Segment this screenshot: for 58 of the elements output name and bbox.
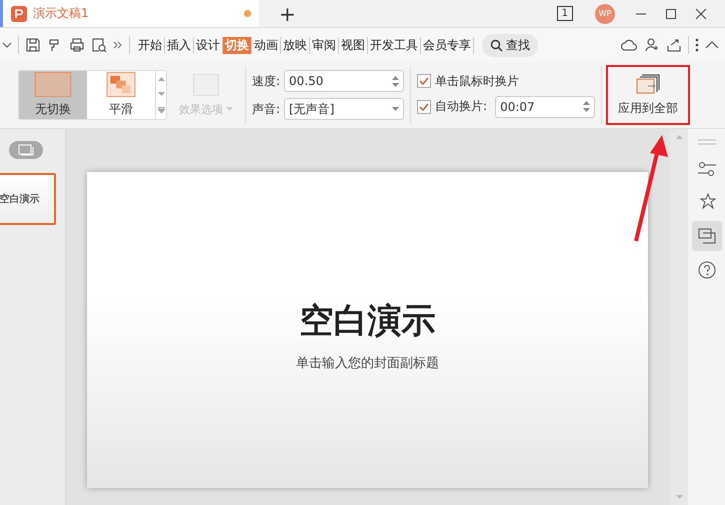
add-user-icon[interactable] [644,37,660,53]
menu-tab[interactable]: 审阅 [310,36,339,54]
sound-dropdown[interactable]: [无声音] [284,98,404,120]
slide-title: 空白演示 [300,300,436,343]
menu-tab[interactable]: 开始 [136,36,165,54]
document-title: 演示文稿1 [33,5,90,22]
slides-icon [18,144,34,156]
spin-up-icon[interactable] [583,101,590,105]
transition-option[interactable]: 无切换 [19,71,87,119]
checkbox-label: 单击鼠标时换片 [435,72,520,90]
sound-label: 声音: [252,100,280,118]
checkbox[interactable] [417,100,432,114]
slide-thumbnail[interactable]: 空白演示 [0,173,56,225]
save-icon[interactable] [25,37,41,53]
menu-tab[interactable]: 动画 [252,36,281,54]
auto-advance-spinbox[interactable]: 00:07 [495,96,596,118]
collapse-icon[interactable] [705,40,719,50]
more-icon[interactable] [113,40,123,50]
smooth-transition-icon [106,72,136,97]
maximize-icon[interactable] [665,8,677,20]
checkbox[interactable] [417,74,432,88]
checkbox-label: 自动换片: [435,98,488,115]
speed-spinbox[interactable]: 00.50 [284,70,404,92]
dropdown-arrow-icon [392,107,400,111]
menu-tab[interactable]: 开发工具 [368,36,421,54]
caret-icon [226,107,233,111]
spin-down-icon[interactable] [392,82,400,86]
apply-all-icon [636,74,660,94]
new-tab-button[interactable]: + [273,0,302,26]
share-icon[interactable] [666,37,682,53]
slide-subtitle: 单击输入您的封面副标题 [296,355,439,372]
cloud-icon[interactable] [620,37,638,53]
search-button[interactable]: 查找 [482,34,538,56]
menu-tab[interactable]: 视图 [339,36,368,54]
print-preview-icon[interactable] [91,37,107,53]
transition-pane-icon [698,228,716,244]
page-counter[interactable]: 1 [556,6,573,21]
star-icon[interactable] [698,193,716,211]
chevron-down-icon[interactable] [2,40,12,50]
more-options-icon[interactable] [695,38,699,52]
transition-pane-button[interactable] [692,221,722,251]
slide[interactable]: 空白演示 单击输入您的封面副标题 [87,172,648,488]
sliders-icon[interactable] [698,161,716,177]
search-icon [490,38,503,52]
blank-transition-icon [34,72,72,97]
spin-up-icon[interactable] [392,76,400,80]
help-icon[interactable] [698,261,716,279]
spin-down-icon[interactable] [583,108,590,112]
drag-handle-icon[interactable] [698,139,716,145]
menu-tab[interactable]: 会员专享 [421,36,474,54]
speed-label: 速度: [252,72,280,90]
menu-tab[interactable]: 插入 [165,36,194,54]
apply-to-all-button[interactable]: 应用到全部 [606,65,690,125]
menu-tab[interactable]: 放映 [281,36,310,54]
thumbnail-title: 空白演示 [0,192,40,206]
print-icon[interactable] [69,37,85,53]
close-icon[interactable] [695,8,707,20]
app-logo-icon [11,6,27,22]
